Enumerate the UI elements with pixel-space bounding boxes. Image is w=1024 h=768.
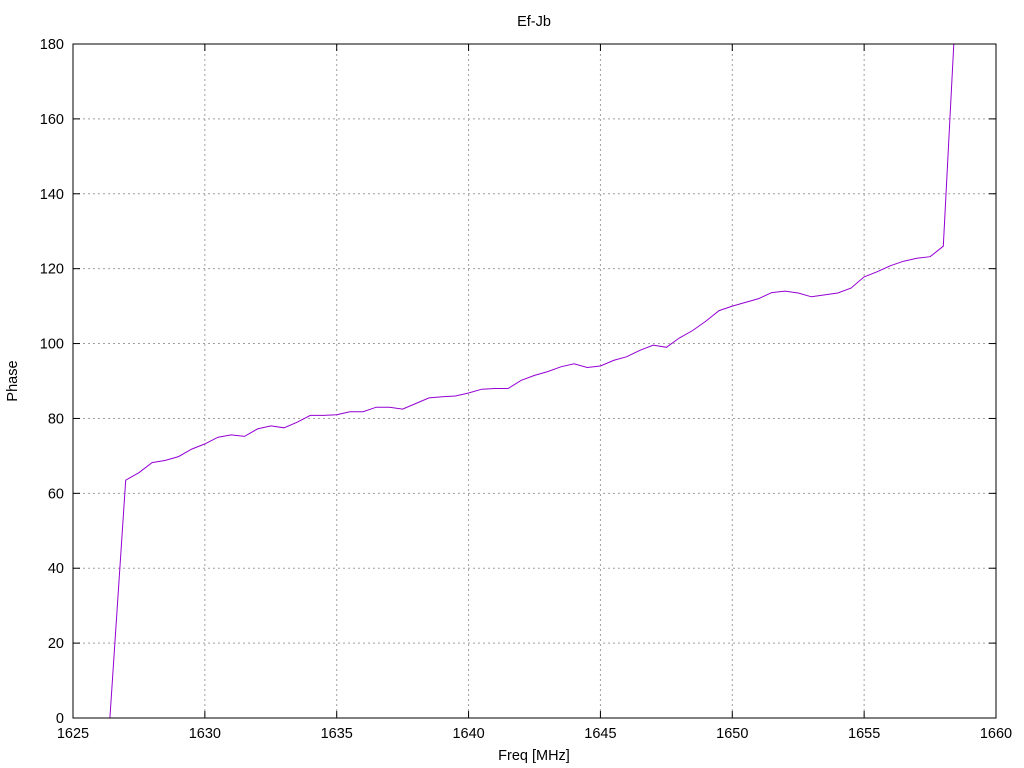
y-axis-label: Phase — [5, 360, 21, 401]
plot-frame — [72, 43, 997, 719]
x-tick-label: 1645 — [584, 726, 616, 742]
series-layer — [109, 43, 955, 719]
phase-chart: Ef-Jb 1625 1630 1635 1640 1645 1650 1655 1660 0 2… — [5, 14, 1012, 764]
x-tick-label: 1630 — [189, 726, 221, 742]
y-tick-label: 0 — [56, 711, 64, 727]
grid-lines — [73, 44, 996, 718]
x-tick-label: 1640 — [452, 726, 484, 742]
tick-labels: 1625 1630 1635 1640 1645 1650 1655 1660 0 20 40 60 8… — [40, 37, 1012, 742]
x-tick-label: 1655 — [848, 726, 880, 742]
phase-series-line — [109, 43, 955, 719]
y-tick-label: 60 — [48, 486, 64, 502]
y-tick-label: 180 — [40, 37, 64, 53]
y-tick-label: 40 — [48, 561, 64, 577]
y-tick-label: 80 — [48, 411, 64, 427]
x-tick-label: 1660 — [980, 726, 1012, 742]
y-tick-label: 160 — [40, 112, 64, 128]
y-tick-label: 20 — [48, 636, 64, 652]
y-tick-label: 100 — [40, 337, 64, 353]
x-tick-label: 1625 — [57, 726, 89, 742]
x-tick-label: 1650 — [716, 726, 748, 742]
chart-title: Ef-Jb — [517, 14, 551, 30]
x-axis-label: Freq [MHz] — [498, 748, 570, 764]
ticks — [72, 43, 997, 719]
x-tick-label: 1635 — [321, 726, 353, 742]
y-tick-label: 120 — [40, 262, 64, 278]
y-tick-label: 140 — [40, 187, 64, 203]
